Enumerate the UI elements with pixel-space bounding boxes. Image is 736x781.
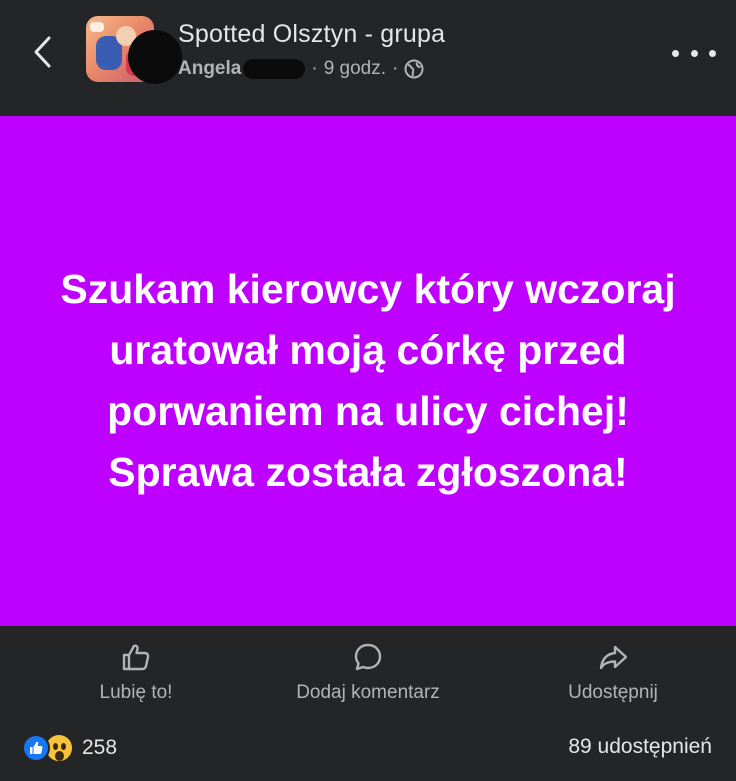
post-content[interactable]: Szukam kierowcy który wczoraj uratował m… (0, 116, 736, 626)
share-arrow-icon (597, 640, 629, 674)
reaction-count: 258 (82, 736, 118, 759)
more-horizontal-icon (672, 49, 679, 57)
like-label: Lubię to! (99, 682, 173, 703)
back-button[interactable] (26, 30, 60, 74)
reactions-summary[interactable]: 258 (22, 732, 117, 764)
post-stats: 258 89 udostępnień (0, 722, 736, 781)
chevron-left-icon (34, 36, 51, 68)
redacted-author-avatar (128, 30, 182, 84)
share-label: Udostępnij (568, 682, 658, 703)
author-name[interactable]: Angela (178, 58, 241, 80)
share-button[interactable]: Udostępnij (540, 640, 686, 710)
redacted-surname (243, 59, 306, 79)
post-text: Szukam kierowcy który wczoraj uratował m… (60, 266, 676, 495)
like-reaction-icon (22, 734, 50, 762)
post-time[interactable]: 9 godz. (324, 58, 386, 80)
meta-separator: · (311, 58, 318, 79)
like-button[interactable]: Lubię to! (66, 640, 206, 710)
comment-label: Dodaj komentarz (296, 682, 440, 703)
comment-button[interactable]: Dodaj komentarz (262, 640, 474, 710)
globe-icon (404, 59, 424, 79)
group-avatar[interactable] (86, 16, 182, 84)
post-header: Spotted Olsztyn - grupa Angela · 9 godz.… (0, 0, 736, 116)
action-bar: Lubię to! Dodaj komentarz Udostępnij (0, 626, 736, 722)
more-options-button[interactable] (672, 40, 716, 66)
thumbs-up-icon (120, 640, 152, 674)
share-count[interactable]: 89 udostępnień (568, 735, 712, 759)
group-name[interactable]: Spotted Olsztyn - grupa (178, 20, 445, 49)
meta-separator: · (392, 58, 399, 79)
comment-bubble-icon (352, 640, 384, 674)
post-meta: Angela · 9 godz. · (178, 56, 424, 82)
